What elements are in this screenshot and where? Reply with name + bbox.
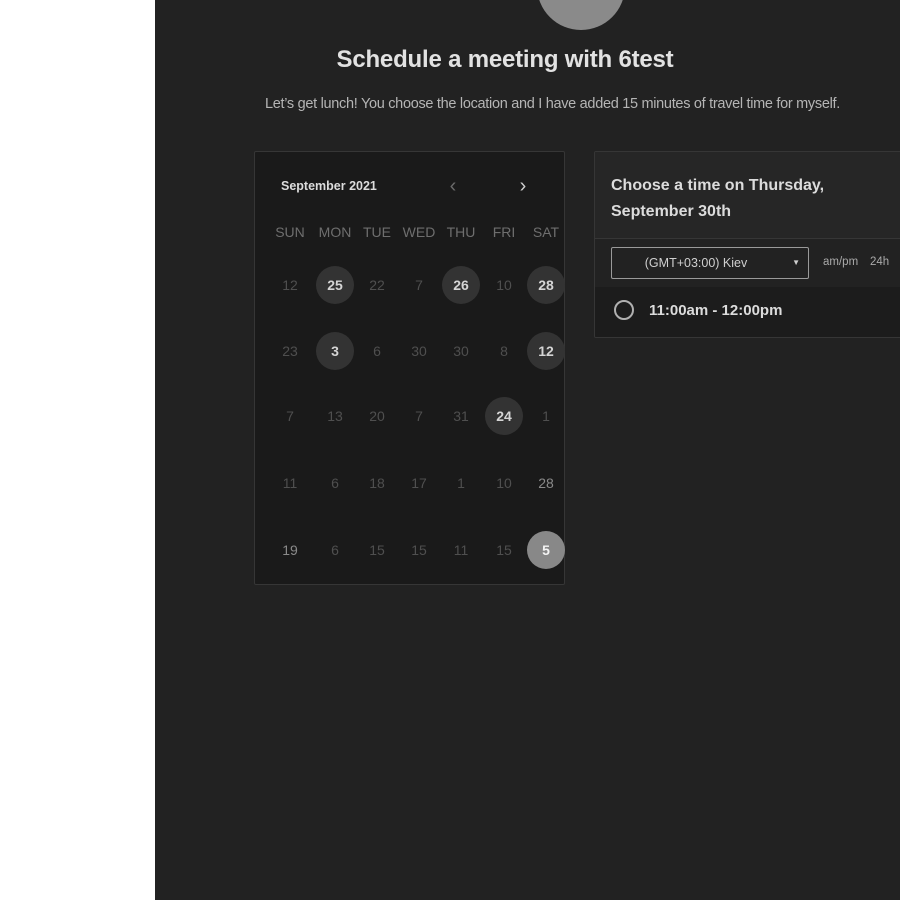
page-title: Schedule a meeting with 6test xyxy=(336,46,674,73)
calendar-day: 22 xyxy=(369,277,385,293)
calendar-day: 15 xyxy=(496,542,512,558)
time-slot[interactable]: 11:00am - 12:00pm xyxy=(595,287,900,337)
weekday-label: MON xyxy=(318,224,352,240)
calendar-day: 10 xyxy=(496,277,512,293)
calendar-day: 6 xyxy=(331,475,339,491)
timezone-value: (GMT+03:00) Kiev xyxy=(644,256,748,270)
calendar-day: 15 xyxy=(411,542,427,558)
calendar-day: 11 xyxy=(453,542,469,558)
calendar-day: 12 xyxy=(282,277,298,293)
scheduler-panel: Schedule a meeting with 6test Let’s get … xyxy=(155,0,900,900)
avatar xyxy=(537,0,625,30)
calendar-month-label: September 2021 xyxy=(281,179,377,193)
calendar-day: 31 xyxy=(453,408,469,424)
time-panel-heading: Choose a time on Thursday, September 30t… xyxy=(611,177,825,220)
calendar-day: 7 xyxy=(415,408,423,424)
calendar-day: 30 xyxy=(411,343,427,359)
calendar-day: 13 xyxy=(327,408,343,424)
calendar-day[interactable]: 3 xyxy=(316,332,354,370)
caret-down-icon: ▼ xyxy=(792,258,800,267)
time-panel-header: Choose a time on Thursday, September 30t… xyxy=(595,152,900,239)
calendar-day: 6 xyxy=(331,542,339,558)
weekday-label: THU xyxy=(446,224,476,240)
time-slot-panel: Choose a time on Thursday, September 30t… xyxy=(594,151,900,338)
calendar-day: 30 xyxy=(453,343,469,359)
calendar-day: 11 xyxy=(282,475,298,491)
calendar-day[interactable]: 12 xyxy=(527,332,565,370)
calendar-day[interactable]: 28 xyxy=(527,266,565,304)
format-ampm-toggle[interactable]: am/pm xyxy=(823,256,858,268)
calendar-day: 20 xyxy=(369,408,385,424)
calendar-day: 7 xyxy=(286,408,294,424)
chevron-left-icon[interactable]: ‹ xyxy=(441,174,465,198)
calendar-day: 15 xyxy=(369,542,385,558)
timezone-select[interactable]: (GMT+03:00) Kiev ▼ xyxy=(611,247,809,279)
calendar: September 2021 ‹ › SUN MON TUE WED THU FRI SAT… xyxy=(254,151,565,585)
calendar-day: 6 xyxy=(373,343,381,359)
calendar-day: 18 xyxy=(369,475,385,491)
calendar-day[interactable]: 26 xyxy=(442,266,480,304)
calendar-day: 1 xyxy=(542,408,550,424)
weekday-label: FRI xyxy=(492,224,516,240)
time-slot-label: 11:00am - 12:00pm xyxy=(649,302,783,319)
calendar-day[interactable]: 25 xyxy=(316,266,354,304)
meeting-description: Let’s get lunch! You choose the location… xyxy=(265,96,840,112)
calendar-day: 17 xyxy=(411,475,427,491)
format-24h-toggle[interactable]: 24h xyxy=(870,256,889,268)
weekday-label: SAT xyxy=(532,224,560,240)
calendar-day: 28 xyxy=(538,475,554,491)
calendar-day-selected[interactable]: 5 xyxy=(527,531,565,569)
calendar-day[interactable]: 24 xyxy=(485,397,523,435)
calendar-day: 23 xyxy=(282,343,298,359)
calendar-day: 8 xyxy=(500,343,508,359)
calendar-day: 19 xyxy=(282,542,298,558)
calendar-day: 10 xyxy=(496,475,512,491)
weekday-label: SUN xyxy=(275,224,305,240)
weekday-label: WED xyxy=(402,224,436,240)
weekday-label: TUE xyxy=(363,224,391,240)
calendar-day: 1 xyxy=(457,475,465,491)
radio-icon[interactable] xyxy=(614,300,634,320)
chevron-right-icon[interactable]: › xyxy=(511,174,535,198)
calendar-day: 7 xyxy=(415,277,423,293)
